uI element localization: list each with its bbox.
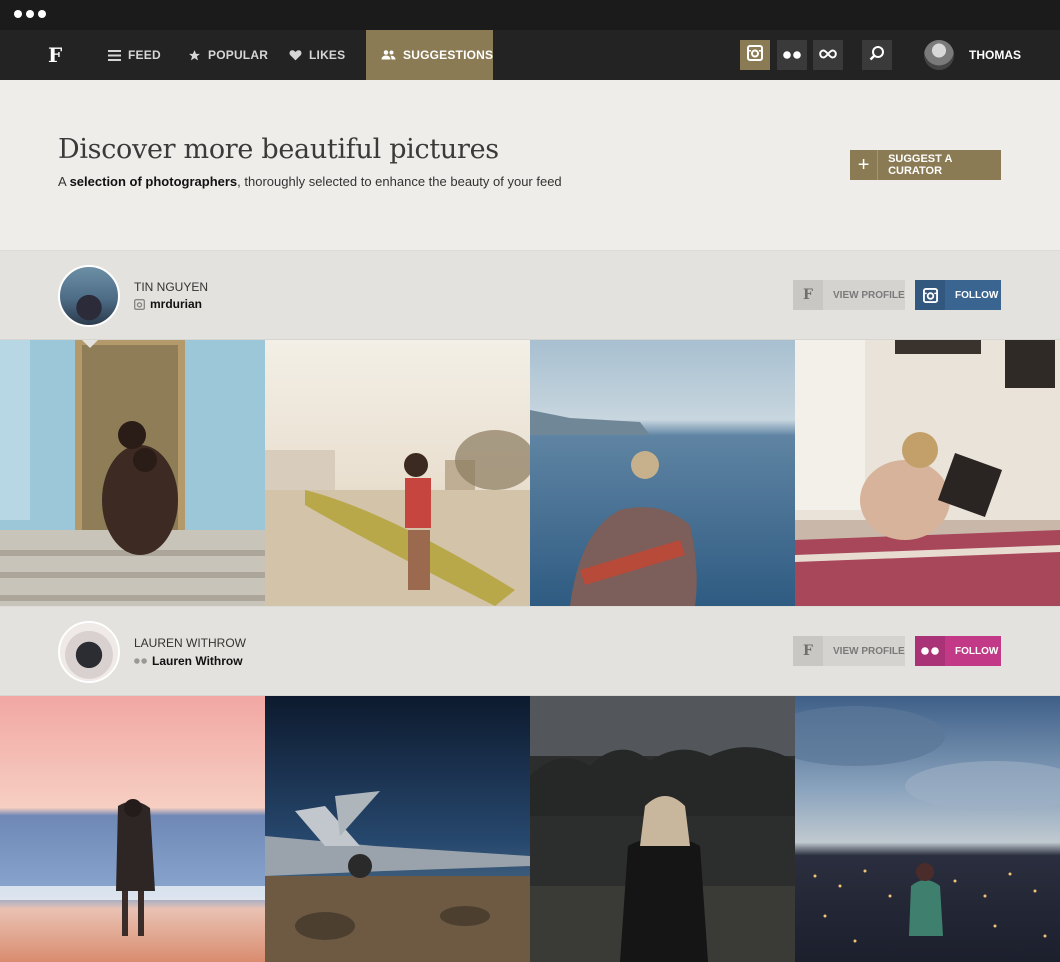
photo-surfer-girl-beach[interactable]: [265, 340, 530, 606]
nav-popular[interactable]: POPULAR: [188, 30, 268, 80]
photo-airplane-wreck-night[interactable]: [265, 696, 530, 962]
f-logo-icon: F: [793, 280, 823, 310]
nav-likes[interactable]: LIKES: [289, 30, 345, 80]
view-profile-label: VIEW PROFILE: [833, 645, 905, 657]
window-dot: [14, 10, 22, 18]
photo-row: [0, 340, 1060, 606]
heart-icon: [289, 49, 302, 61]
follow-label: FOLLOW: [955, 645, 999, 657]
nav-suggestions[interactable]: SUGGESTIONS: [366, 30, 493, 80]
nav-popular-label: POPULAR: [208, 48, 269, 62]
f-logo-icon: F: [793, 636, 823, 666]
instagram-icon: [747, 44, 763, 66]
user-avatar[interactable]: [924, 40, 954, 70]
flickr-filter-button[interactable]: [777, 40, 807, 70]
star-icon: [188, 49, 201, 62]
curator-avatar[interactable]: [58, 265, 120, 327]
flickr-icon: [783, 46, 801, 64]
search-icon: [869, 45, 885, 66]
window-dot: [26, 10, 34, 18]
nav-feed[interactable]: FEED: [108, 30, 161, 80]
page-subtitle: A selection of photographers, thoroughly…: [58, 174, 562, 189]
photo-couple-on-bed[interactable]: [795, 340, 1060, 606]
curator-name[interactable]: LAUREN WITHROW: [134, 636, 246, 650]
nav-likes-label: LIKES: [309, 48, 346, 62]
subtitle-text: , thoroughly selected to enhance the bea…: [237, 174, 562, 189]
follow-button[interactable]: FOLLOW: [915, 280, 1001, 310]
curator-header: LAUREN WITHROW Lauren Withrow F VIEW PRO…: [0, 606, 1060, 696]
nav-suggestions-label: SUGGESTIONS: [403, 48, 494, 62]
photo-woman-ocean-blanket[interactable]: [530, 340, 795, 606]
view-profile-button[interactable]: F VIEW PROFILE: [793, 636, 905, 666]
curator-handle[interactable]: mrdurian: [134, 297, 202, 311]
all-sources-button[interactable]: [813, 40, 843, 70]
search-button[interactable]: [862, 40, 892, 70]
view-profile-label: VIEW PROFILE: [833, 289, 905, 301]
photo-women-on-stairs[interactable]: [0, 340, 265, 606]
page-title: Discover more beautiful pictures: [58, 134, 499, 165]
menu-icon: [108, 49, 121, 61]
photo-woman-city-lights[interactable]: [795, 696, 1060, 962]
follow-button[interactable]: FOLLOW: [915, 636, 1001, 666]
infinity-icon: [819, 46, 837, 64]
photo-row: [0, 696, 1060, 962]
curator-avatar[interactable]: [58, 621, 120, 683]
suggest-curator-label: SUGGEST A CURATOR: [888, 153, 953, 177]
nav-feed-label: FEED: [128, 48, 161, 62]
instagram-icon: [134, 298, 145, 310]
curator-header: TIN NGUYEN mrdurian F VIEW PROFILE FOLLO…: [0, 250, 1060, 340]
photo-woman-forest-dusk[interactable]: [530, 696, 795, 962]
window-dot: [38, 10, 46, 18]
instagram-filter-button[interactable]: [740, 40, 770, 70]
curator-handle-text: Lauren Withrow: [152, 654, 243, 668]
flickr-icon: [134, 658, 147, 664]
subtitle-text: A: [58, 174, 70, 189]
top-nav: F FEED POPULAR LIKES SUGGESTIONS: [0, 30, 1060, 80]
selection-caret: [82, 340, 98, 348]
user-name[interactable]: THOMAS: [969, 48, 1021, 62]
app-logo[interactable]: F: [48, 43, 62, 67]
instagram-icon: [915, 280, 945, 310]
suggest-curator-button[interactable]: + SUGGEST A CURATOR: [850, 150, 1001, 180]
curator-name[interactable]: TIN NGUYEN: [134, 280, 208, 294]
window-chrome: [0, 0, 1060, 30]
flickr-icon: [915, 636, 945, 666]
photo-woman-sunset-sea[interactable]: [0, 696, 265, 962]
subtitle-emphasis: selection of photographers: [69, 174, 238, 189]
curator-handle[interactable]: Lauren Withrow: [134, 654, 243, 668]
plus-icon: +: [850, 150, 879, 180]
people-icon: [381, 50, 396, 60]
curator-handle-text: mrdurian: [150, 297, 203, 311]
follow-label: FOLLOW: [955, 289, 999, 301]
view-profile-button[interactable]: F VIEW PROFILE: [793, 280, 905, 310]
